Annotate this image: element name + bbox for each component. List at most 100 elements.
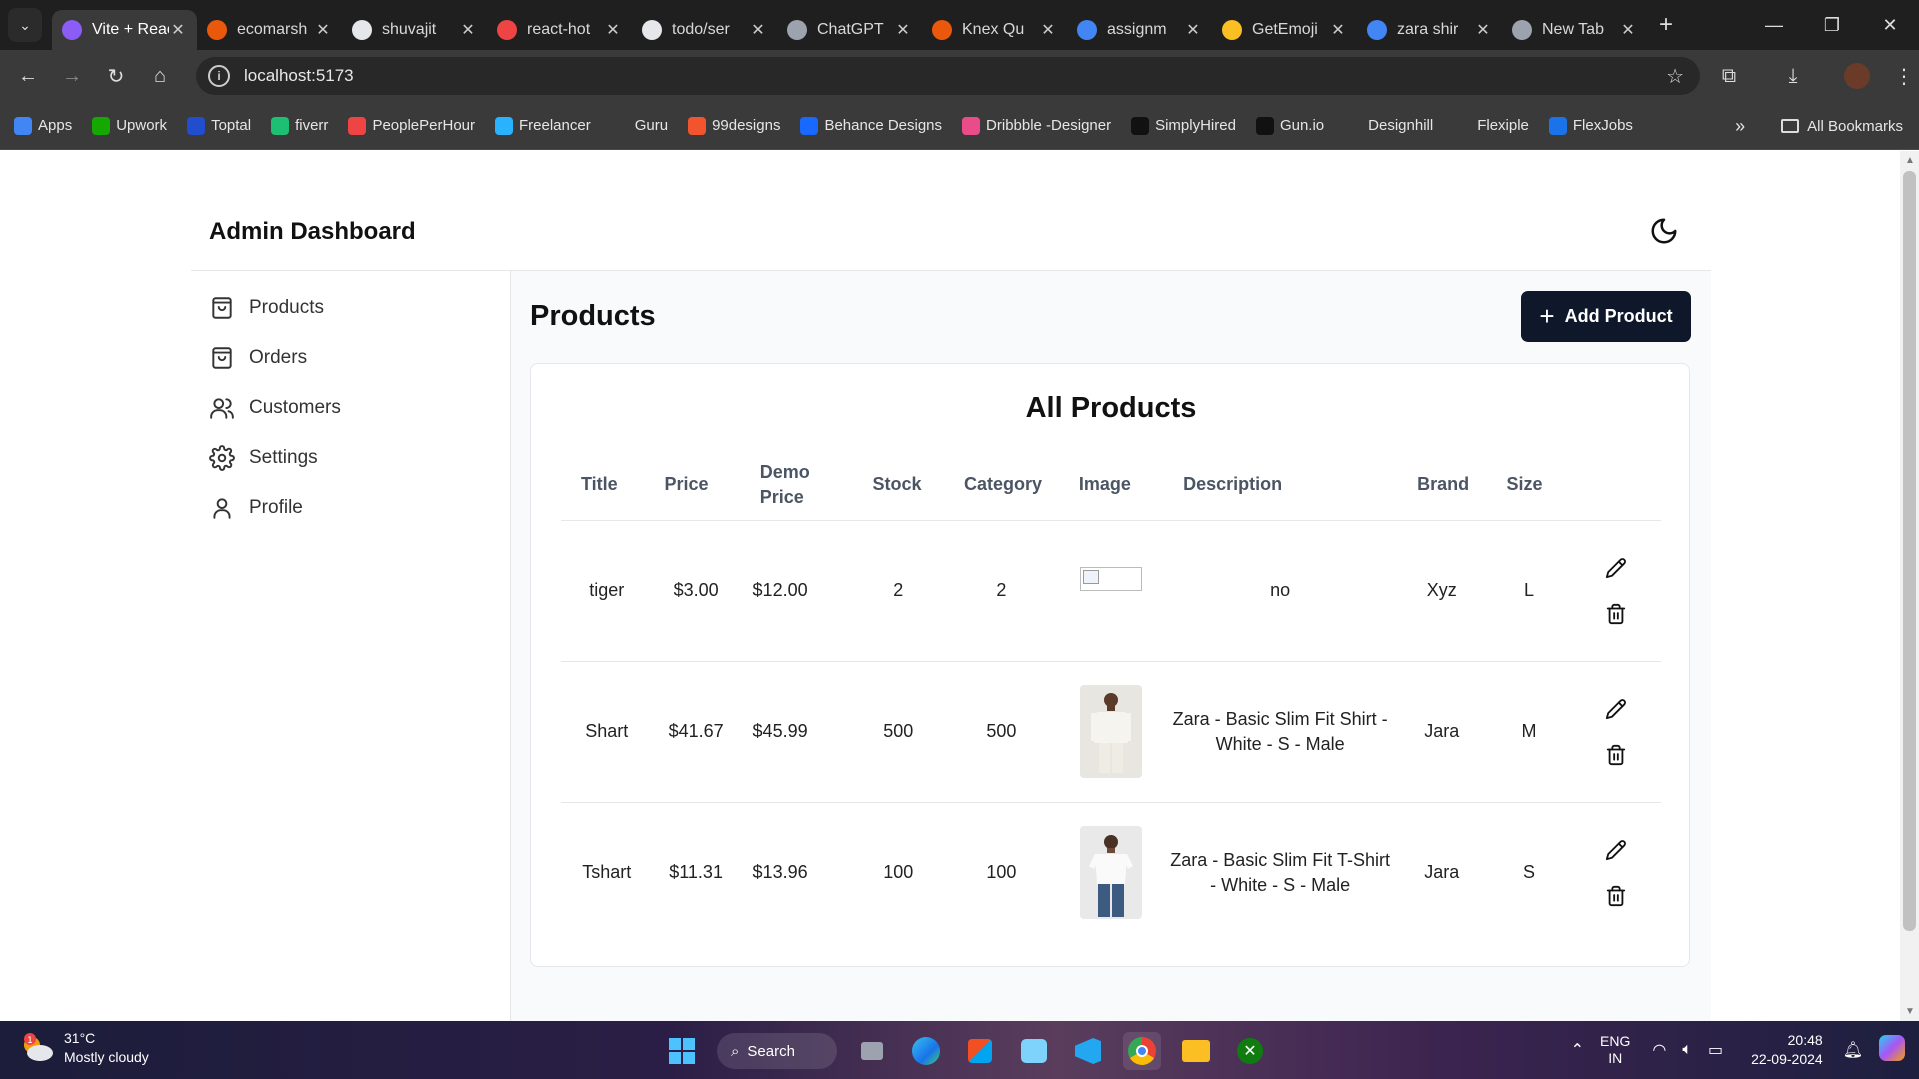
bookmark-item[interactable]: FlexJobs <box>1548 116 1633 135</box>
bookmark-item[interactable]: Flexiple <box>1453 116 1529 135</box>
vscode-icon[interactable] <box>1069 1032 1107 1070</box>
close-tab-icon[interactable]: ✕ <box>1184 20 1202 40</box>
more-bookmarks-icon[interactable]: » <box>1735 116 1745 137</box>
bookmark-item[interactable]: Designhill <box>1344 116 1433 135</box>
copilot-icon[interactable] <box>1879 1034 1905 1066</box>
address-bar[interactable]: i localhost:5173 ☆ <box>196 57 1700 95</box>
bookmark-item[interactable]: 99designs <box>688 116 780 135</box>
bookmark-item[interactable]: Upwork <box>92 116 167 135</box>
chevron-up-icon[interactable]: ⌃ <box>1571 1040 1584 1060</box>
edge-icon[interactable] <box>907 1032 945 1070</box>
browser-tab[interactable]: Knex Qu ✕ <box>922 10 1067 50</box>
battery-icon[interactable]: ▭ <box>1708 1040 1723 1060</box>
language-indicator[interactable]: ENG IN <box>1600 1033 1630 1067</box>
close-tab-icon[interactable]: ✕ <box>1619 20 1637 40</box>
download-icon[interactable]: ⤓ <box>1761 65 1825 88</box>
close-tab-icon[interactable]: ✕ <box>459 20 477 40</box>
photos-icon[interactable] <box>1015 1032 1053 1070</box>
moon-icon[interactable] <box>1649 216 1679 246</box>
menu-icon[interactable]: ⋮ <box>1889 64 1919 89</box>
xbox-icon[interactable]: ✕ <box>1231 1032 1269 1070</box>
browser-tab[interactable]: assignm ✕ <box>1067 10 1212 50</box>
browser-tab[interactable]: ecomarsh ✕ <box>197 10 342 50</box>
home-icon[interactable]: ⌂ <box>138 65 182 88</box>
bookmark-item[interactable]: Freelancer <box>495 116 591 135</box>
weather-widget[interactable]: 1 31°C Mostly cloudy <box>20 1029 149 1067</box>
extensions-icon[interactable]: ⧉ <box>1697 65 1761 88</box>
chrome-icon[interactable] <box>1123 1032 1161 1070</box>
bookmark-item[interactable]: PeoplePerHour <box>348 116 475 135</box>
close-window-icon[interactable]: ✕ <box>1861 15 1919 36</box>
notification-bell-icon[interactable]: 🔔︎ <box>1843 1040 1863 1060</box>
sidebar-item-products[interactable]: Products <box>209 288 324 328</box>
browser-tab[interactable]: Vite + React + TS✕ <box>52 10 197 50</box>
volume-icon[interactable]: 🔈︎ <box>1682 1041 1692 1059</box>
reload-icon[interactable]: ↻ <box>94 64 138 89</box>
forward-icon[interactable]: → <box>50 65 94 88</box>
scroll-down-icon[interactable]: ▼ <box>1905 1006 1915 1017</box>
weather-temp: 31°C <box>64 1030 96 1046</box>
close-tab-icon[interactable]: ✕ <box>1039 20 1057 40</box>
tab-search-button[interactable]: ⌄ <box>8 8 42 42</box>
url-text[interactable]: localhost:5173 <box>244 66 354 86</box>
bookmark-item[interactable]: Gun.io <box>1255 116 1324 135</box>
cloud-sun-icon: 1 <box>20 1033 54 1063</box>
scrollbar-thumb[interactable] <box>1903 171 1916 931</box>
trash-icon[interactable] <box>1605 744 1627 766</box>
bookmark-item[interactable]: Dribbble -Designer <box>962 116 1111 135</box>
page-scrollbar[interactable]: ▲ ▼ <box>1900 151 1919 1021</box>
store-icon[interactable] <box>961 1032 999 1070</box>
cell-stock: 100 <box>883 862 914 883</box>
bookmark-item[interactable]: Apps <box>14 116 72 135</box>
bookmark-item[interactable]: fiverr <box>271 116 328 135</box>
bookmark-item[interactable]: Behance Designs <box>800 116 942 135</box>
add-product-button[interactable]: + Add Product <box>1521 291 1691 342</box>
close-tab-icon[interactable]: ✕ <box>894 20 912 40</box>
browser-tab[interactable]: ChatGPT ✕ <box>777 10 922 50</box>
edit-pencil-icon[interactable] <box>1605 698 1627 720</box>
trash-icon[interactable] <box>1605 885 1627 907</box>
bookmark-item[interactable]: SimplyHired <box>1131 116 1236 135</box>
tab-label: Vite + React + TS <box>92 21 169 38</box>
browser-toolbar: ← → ↻ ⌂ i localhost:5173 ☆ ⧉ ⤓ ⋮ <box>0 50 1919 102</box>
close-tab-icon[interactable]: ✕ <box>314 20 332 40</box>
profile-avatar[interactable] <box>1844 63 1870 89</box>
bookmark-label: Flexiple <box>1477 117 1529 134</box>
close-tab-icon[interactable]: ✕ <box>749 20 767 40</box>
favicon-icon <box>497 20 517 40</box>
close-tab-icon[interactable]: ✕ <box>169 20 187 40</box>
wifi-icon[interactable]: ◠ <box>1652 1040 1666 1060</box>
sidebar-item-settings[interactable]: Settings <box>209 438 318 478</box>
minimize-icon[interactable]: — <box>1745 15 1803 36</box>
bookmark-item[interactable]: Guru <box>610 116 668 135</box>
clock[interactable]: 20:48 22-09-2024 <box>1751 1031 1823 1069</box>
taskbar-search[interactable]: ⌕ Search <box>717 1033 837 1069</box>
browser-tab[interactable]: zara shir ✕ <box>1357 10 1502 50</box>
sidebar-item-customers[interactable]: Customers <box>209 388 341 428</box>
edit-pencil-icon[interactable] <box>1605 839 1627 861</box>
scroll-up-icon[interactable]: ▲ <box>1905 155 1915 166</box>
browser-tab[interactable]: GetEmoji ✕ <box>1212 10 1357 50</box>
browser-tab[interactable]: todo/ser ✕ <box>632 10 777 50</box>
all-bookmarks-link[interactable]: All Bookmarks <box>1807 118 1903 135</box>
close-tab-icon[interactable]: ✕ <box>1329 20 1347 40</box>
restore-icon[interactable]: ❐ <box>1803 15 1861 36</box>
browser-tab[interactable]: shuvajit ✕ <box>342 10 487 50</box>
bookmark-star-icon[interactable]: ☆ <box>1666 64 1684 89</box>
bookmark-favicon-icon <box>187 116 206 135</box>
sidebar-item-orders[interactable]: Orders <box>209 338 307 378</box>
bookmark-item[interactable]: Toptal <box>187 116 251 135</box>
task-view-icon[interactable] <box>853 1032 891 1070</box>
trash-icon[interactable] <box>1605 603 1627 625</box>
close-tab-icon[interactable]: ✕ <box>1474 20 1492 40</box>
windows-start-icon[interactable] <box>663 1032 701 1070</box>
edit-pencil-icon[interactable] <box>1605 557 1627 579</box>
sidebar-item-profile[interactable]: Profile <box>209 488 303 528</box>
site-info-icon[interactable]: i <box>208 65 230 87</box>
back-icon[interactable]: ← <box>6 65 50 88</box>
new-tab-button[interactable]: + <box>1659 11 1673 39</box>
browser-tab[interactable]: New Tab ✕ <box>1502 10 1647 50</box>
browser-tab[interactable]: react-hot ✕ <box>487 10 632 50</box>
close-tab-icon[interactable]: ✕ <box>604 20 622 40</box>
file-explorer-icon[interactable] <box>1177 1032 1215 1070</box>
